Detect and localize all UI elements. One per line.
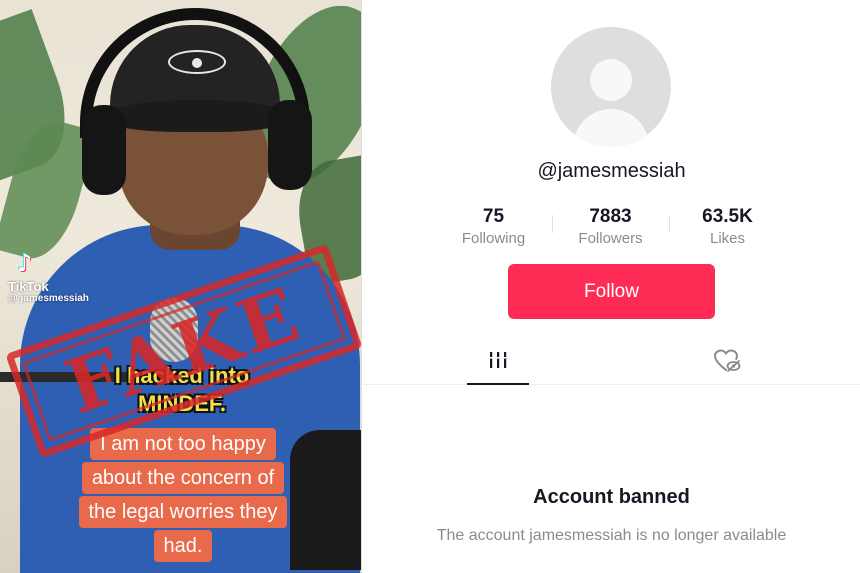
stat-value: 63.5K [702, 206, 753, 227]
liked-hidden-icon [713, 349, 741, 372]
tab-liked[interactable] [697, 337, 757, 385]
avatar-placeholder-body [573, 109, 649, 147]
stat-following[interactable]: 75 Following [435, 205, 552, 251]
stat-value: 75 [482, 206, 505, 227]
stat-value: 7883 [589, 206, 632, 227]
profile-tabs [363, 337, 860, 385]
avatar[interactable] [551, 27, 671, 147]
tiktok-brand-label: TikTok [8, 279, 49, 294]
stat-label: Following [461, 230, 526, 247]
avatar-placeholder-head [590, 59, 632, 101]
caption-subtitle: I am not too happy about the concern of … [58, 428, 308, 562]
watermark-handle: @ jamesmessiah [8, 293, 89, 304]
stat-label: Likes [709, 230, 746, 247]
account-banned-title: Account banned [533, 486, 690, 508]
account-banned-description: The account jamesmessiah is no longer av… [436, 527, 787, 544]
stat-followers[interactable]: 7883 Followers [552, 205, 669, 251]
caption-line: the legal worries they [78, 496, 288, 528]
stat-label: Followers [578, 230, 643, 247]
tiktok-logo-icon: ♪ [17, 249, 33, 277]
tab-videos[interactable] [467, 337, 529, 385]
profile-username: @jamesmessiah [537, 160, 686, 182]
caption-line: about the concern of [81, 462, 285, 494]
caption-line: I am not too happy [90, 428, 276, 460]
profile-panel: @jamesmessiah 75 Following 7883 Follower… [363, 0, 860, 573]
caption-line: had. [153, 530, 213, 562]
cap-eye-logo [168, 50, 226, 74]
grid-icon [490, 352, 507, 368]
cap-brim [105, 100, 290, 132]
stat-likes: 63.5K Likes [669, 205, 786, 251]
follow-button[interactable]: Follow [508, 264, 715, 319]
headphone-earcup [268, 100, 312, 190]
video-frame[interactable]: ♪ TikTok @ jamesmessiah I hacked into MI… [0, 0, 362, 573]
headphone-earcup [82, 105, 126, 195]
profile-stats: 75 Following 7883 Followers 63.5K Likes [435, 205, 787, 251]
